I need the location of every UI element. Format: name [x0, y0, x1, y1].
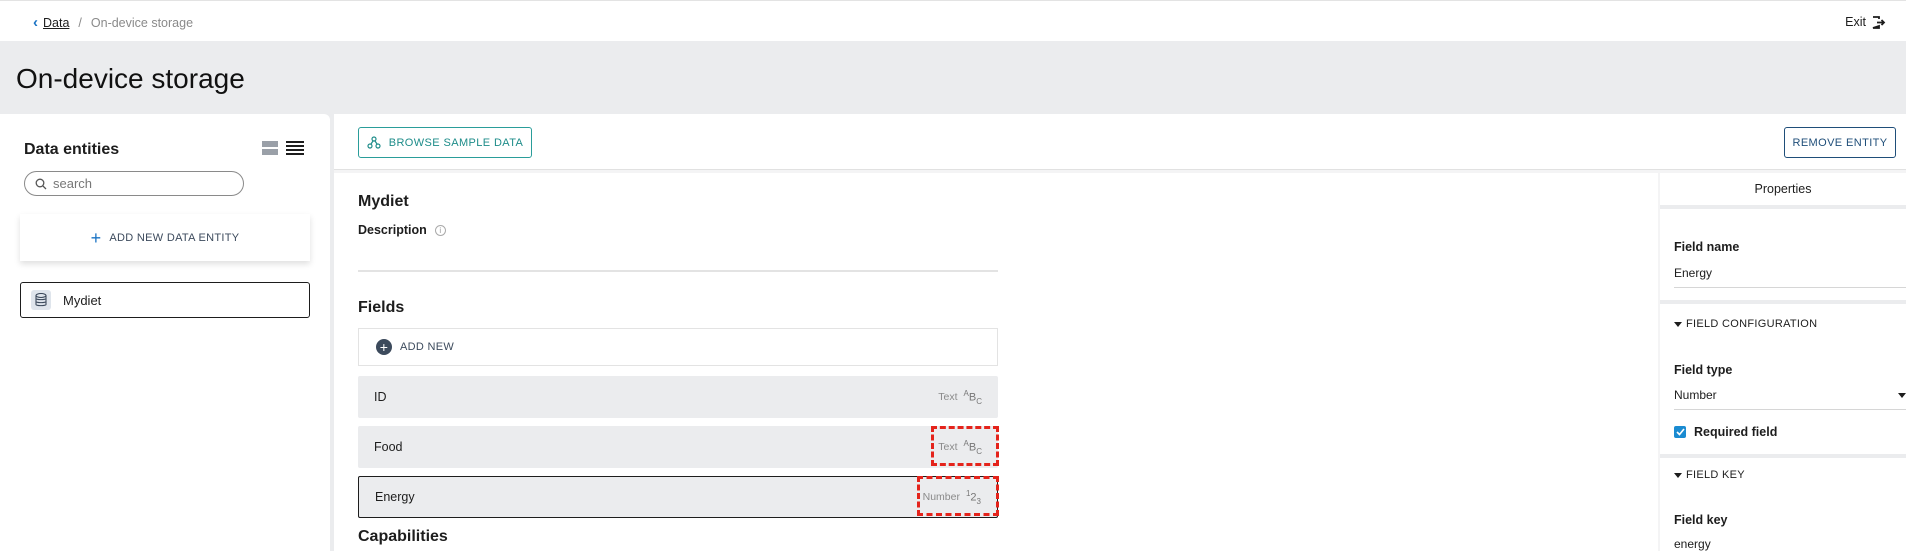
- checkbox-checked-icon: [1674, 426, 1686, 438]
- section-divider: [1660, 454, 1906, 458]
- description-input-underline[interactable]: [358, 270, 998, 272]
- highlight-box: [917, 476, 999, 516]
- text-type-icon: ABC: [963, 388, 982, 406]
- field-key-toggle[interactable]: FIELD KEY: [1674, 469, 1745, 481]
- info-icon[interactable]: i: [434, 224, 446, 236]
- add-data-entity-button[interactable]: + ADD NEW DATA ENTITY: [20, 214, 310, 261]
- field-name: Energy: [375, 490, 415, 504]
- field-configuration-label: FIELD CONFIGURATION: [1686, 318, 1818, 330]
- exit-button[interactable]: Exit: [1845, 15, 1886, 29]
- data-entities-panel: Data entities + ADD NEW DATA ENTITY Mydi…: [0, 114, 330, 551]
- search-box: [24, 171, 244, 196]
- search-input[interactable]: [53, 176, 223, 191]
- add-data-entity-label: ADD NEW DATA ENTITY: [109, 231, 240, 244]
- plus-circle-icon: +: [376, 339, 392, 355]
- field-name: ID: [374, 390, 387, 404]
- entity-editor: Mydiet Description i Fields + ADD NEW ID…: [334, 173, 1658, 551]
- capabilities-heading: Capabilities: [358, 528, 448, 545]
- caret-down-icon: [1674, 472, 1682, 478]
- breadcrumb-current: On-device storage: [90, 15, 194, 30]
- section-divider: [1660, 300, 1906, 304]
- exit-label: Exit: [1845, 15, 1866, 29]
- fields-heading: Fields: [358, 299, 405, 316]
- field-row-food[interactable]: Food Text ABC: [358, 426, 998, 468]
- card-view-icon[interactable]: [262, 141, 278, 155]
- breadcrumb-separator: /: [78, 15, 82, 30]
- field-name: Food: [374, 440, 403, 454]
- view-toggle: [262, 141, 304, 155]
- required-field-checkbox[interactable]: Required field: [1674, 425, 1777, 439]
- toolbar: BROWSE SAMPLE DATA REMOVE ENTITY: [334, 114, 1906, 170]
- breadcrumb-parent-link[interactable]: Data: [43, 16, 69, 30]
- required-field-label: Required field: [1694, 425, 1778, 439]
- database-icon: [31, 290, 51, 310]
- field-name-label: Field name: [1674, 240, 1740, 254]
- field-name-input[interactable]: Energy: [1674, 266, 1906, 288]
- field-configuration-toggle[interactable]: FIELD CONFIGURATION: [1674, 318, 1817, 330]
- entity-item-mydiet[interactable]: Mydiet: [20, 282, 310, 318]
- field-type-select[interactable]: Number: [1674, 388, 1906, 410]
- field-type-label: Field type: [1674, 363, 1733, 377]
- chevron-left-icon[interactable]: ‹: [33, 15, 38, 30]
- properties-panel: Properties Field name Energy FIELD CONFI…: [1660, 173, 1906, 551]
- add-new-label: ADD NEW: [400, 341, 455, 353]
- highlight-box: [931, 426, 999, 466]
- field-row-energy[interactable]: Energy Number 123: [358, 476, 998, 518]
- field-type-value: Number: [1674, 388, 1717, 402]
- plus-icon: +: [90, 227, 102, 248]
- page-title: On-device storage: [16, 63, 245, 94]
- top-bar: ‹ Data / On-device storage Exit: [0, 0, 1906, 41]
- remove-entity-button[interactable]: REMOVE ENTITY: [1784, 127, 1896, 158]
- caret-down-icon: [1898, 393, 1906, 398]
- search-icon: [35, 178, 47, 189]
- browse-sample-data-button[interactable]: BROWSE SAMPLE DATA: [358, 127, 532, 158]
- list-view-icon[interactable]: [286, 141, 304, 155]
- exit-icon: [1872, 15, 1886, 29]
- panel-title: Data entities: [24, 141, 120, 158]
- field-type: Text ABC: [938, 389, 982, 406]
- description-row: Description i: [358, 223, 446, 237]
- entity-name: Mydiet: [63, 292, 102, 308]
- add-new-field-button[interactable]: + ADD NEW: [358, 328, 998, 366]
- entity-title: Mydiet: [358, 193, 409, 210]
- field-row-id[interactable]: ID Text ABC: [358, 376, 998, 418]
- field-key-section-label: FIELD KEY: [1686, 469, 1745, 481]
- properties-title: Properties: [1660, 173, 1906, 209]
- molecule-icon: [367, 135, 381, 149]
- breadcrumb: ‹ Data / On-device storage: [33, 15, 193, 30]
- field-type-label: Text: [938, 391, 958, 403]
- main-panel: BROWSE SAMPLE DATA REMOVE ENTITY Mydiet …: [334, 114, 1906, 551]
- description-label: Description: [358, 223, 427, 237]
- field-key-input[interactable]: energy: [1674, 537, 1906, 551]
- caret-down-icon: [1674, 321, 1682, 327]
- browse-sample-data-label: BROWSE SAMPLE DATA: [388, 136, 524, 149]
- field-key-label: Field key: [1674, 513, 1728, 527]
